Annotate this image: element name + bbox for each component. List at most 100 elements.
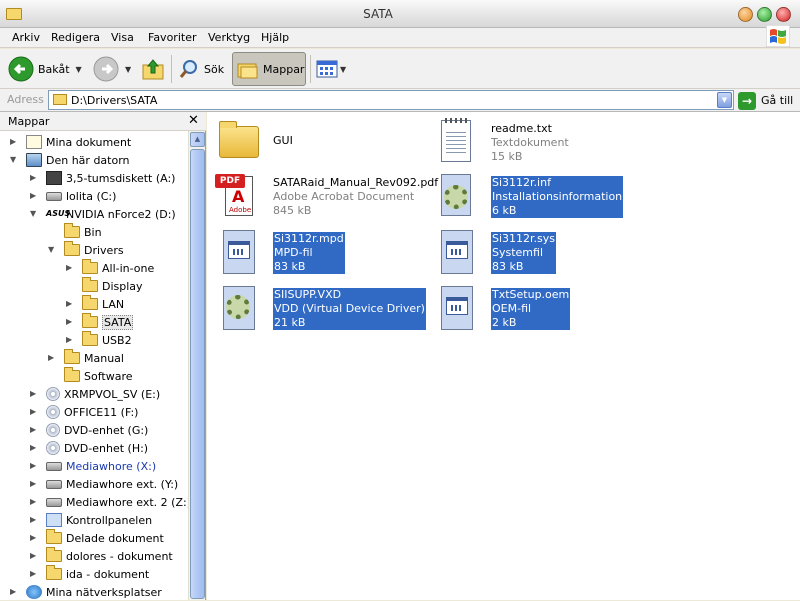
expand-icon[interactable]: ▶ <box>48 353 58 363</box>
folder-icon <box>64 349 80 364</box>
forward-button[interactable]: ▼ <box>93 52 131 86</box>
tree-item-bin[interactable]: Bin <box>48 223 102 241</box>
close-icon[interactable]: ✕ <box>188 113 199 128</box>
expand-icon[interactable]: ▶ <box>10 137 20 147</box>
expand-icon[interactable]: ▶ <box>30 551 40 561</box>
network-drive-icon <box>46 479 62 489</box>
expand-icon[interactable]: ▶ <box>30 569 40 579</box>
expand-icon[interactable]: ▶ <box>30 533 40 543</box>
file-item[interactable]: TxtSetup.oem OEM-fil 2 kB <box>433 284 633 332</box>
collapse-icon[interactable]: ▼ <box>10 155 20 165</box>
scroll-up-button[interactable]: ▲ <box>190 132 205 147</box>
chevron-down-icon[interactable]: ▼ <box>76 65 82 74</box>
expand-icon[interactable]: ▶ <box>30 479 40 489</box>
driver-file-icon <box>215 284 263 332</box>
tree-label: NVIDIA nForce2 (D:) <box>66 207 176 221</box>
views-button[interactable]: ▼ <box>316 52 346 86</box>
folders-button[interactable]: Mappar <box>232 52 306 86</box>
file-item[interactable]: Si3112r.sys Systemfil 83 kB <box>433 228 633 276</box>
tree-item-sata[interactable]: ▶ SATA <box>66 313 134 331</box>
file-item[interactable]: Si3112r.mpd MPD-fil 83 kB <box>215 228 415 276</box>
tree-item-my-computer[interactable]: ▼ Den här datorn <box>10 151 130 169</box>
vertical-scrollbar[interactable]: ▲ <box>188 131 205 600</box>
expand-icon[interactable]: ▶ <box>10 587 20 597</box>
tree-item-drive-x[interactable]: ▶ Mediawhore (X:) <box>30 457 156 475</box>
tree-item-my-documents[interactable]: ▶ Mina dokument <box>10 133 131 151</box>
menu-visa[interactable]: Visa <box>111 31 134 44</box>
expand-icon[interactable]: ▶ <box>30 425 40 435</box>
expand-icon[interactable]: ▶ <box>30 389 40 399</box>
go-button[interactable]: → Gå till <box>738 91 793 110</box>
menu-arkiv[interactable]: Arkiv <box>12 31 40 44</box>
tree-item-drive-d[interactable]: ▼ ASUS NVIDIA nForce2 (D:) <box>30 205 176 223</box>
tree-item-software[interactable]: Software <box>48 367 133 385</box>
file-type: VDD (Virtual Device Driver) <box>274 302 425 315</box>
title-bar[interactable]: SATA <box>0 0 800 28</box>
tree-item-drive-z[interactable]: ▶ Mediawhore ext. 2 (Z:) <box>30 493 191 511</box>
file-name: SATARaid_Manual_Rev092.pdf <box>273 176 439 189</box>
tree-label: Mediawhore ext. 2 (Z:) <box>66 495 191 509</box>
tree-item-drive-f[interactable]: ▶ OFFICE11 (F:) <box>30 403 138 421</box>
menu-verktyg[interactable]: Verktyg <box>208 31 250 44</box>
search-button[interactable]: Sök <box>178 52 224 86</box>
tree-item-ida-documents[interactable]: ▶ ida - dokument <box>30 565 149 583</box>
expand-icon[interactable]: ▶ <box>66 263 76 273</box>
tree-item-drive-y[interactable]: ▶ Mediawhore ext. (Y:) <box>30 475 178 493</box>
tree-item-network-places[interactable]: ▶ Mina nätverksplatser <box>10 583 162 601</box>
back-button[interactable]: Bakåt ▼ <box>8 52 82 86</box>
tree-item-drive-e[interactable]: ▶ XRMPVOL_SV (E:) <box>30 385 160 403</box>
tree-item-drive-c[interactable]: ▶ lolita (C:) <box>30 187 116 205</box>
expand-icon[interactable]: ▶ <box>30 443 40 453</box>
file-item[interactable]: Si3112r.inf Installationsinformation 6 k… <box>433 172 633 220</box>
search-label: Sök <box>204 62 225 76</box>
expand-icon[interactable]: ▶ <box>66 335 76 345</box>
folder-pane: Mappar ✕ ▶ Mina dokument ▼ Den här dator… <box>0 112 206 600</box>
collapse-icon[interactable]: ▼ <box>48 245 58 255</box>
expand-icon[interactable]: ▶ <box>30 191 40 201</box>
expand-icon[interactable]: ▶ <box>30 173 40 183</box>
file-size: 6 kB <box>492 204 517 217</box>
expand-icon[interactable]: ▶ <box>30 515 40 525</box>
expand-icon[interactable]: ▶ <box>66 299 76 309</box>
menu-hjalp[interactable]: Hjälp <box>261 31 289 44</box>
tree-item-drive-g[interactable]: ▶ DVD-enhet (G:) <box>30 421 148 439</box>
tree-item-control-panel[interactable]: ▶ Kontrollpanelen <box>30 511 152 529</box>
file-meta: Si3112r.mpd MPD-fil 83 kB <box>273 232 345 274</box>
collapse-icon[interactable]: ▼ <box>30 209 40 219</box>
expand-icon[interactable]: ▶ <box>30 461 40 471</box>
expand-icon[interactable]: ▶ <box>30 497 40 507</box>
my-documents-icon <box>26 135 42 149</box>
tree-item-dolores-documents[interactable]: ▶ dolores - dokument <box>30 547 173 565</box>
chevron-down-icon[interactable]: ▼ <box>125 65 131 74</box>
address-input[interactable]: D:\Drivers\SATA ▼ <box>48 90 734 110</box>
menu-redigera[interactable]: Redigera <box>51 31 100 44</box>
file-item[interactable]: A PDF Adobe SATARaid_Manual_Rev092.pdf A… <box>215 172 439 220</box>
scroll-thumb[interactable] <box>190 149 205 599</box>
file-item[interactable]: SIISUPP.VXD VDD (Virtual Device Driver) … <box>215 284 435 332</box>
minimize-button[interactable] <box>738 7 753 22</box>
tree-item-floppy[interactable]: ▶ 3,5-tumsdiskett (A:) <box>30 169 175 187</box>
expand-icon[interactable]: ▶ <box>30 407 40 417</box>
folder-icon <box>46 529 62 544</box>
expand-icon[interactable]: ▶ <box>66 317 76 327</box>
tree-item-usb2[interactable]: ▶ USB2 <box>66 331 132 349</box>
menu-favoriter[interactable]: Favoriter <box>148 31 196 44</box>
maximize-button[interactable] <box>757 7 772 22</box>
tree-label: DVD-enhet (G:) <box>64 423 149 437</box>
file-size: 83 kB <box>492 260 524 273</box>
file-type: OEM-fil <box>492 302 532 315</box>
address-dropdown-button[interactable]: ▼ <box>717 92 732 108</box>
tree-item-all-in-one[interactable]: ▶ All-in-one <box>66 259 154 277</box>
file-item[interactable]: readme.txt Textdokument 15 kB <box>433 118 633 166</box>
file-item[interactable]: GUI <box>215 118 415 166</box>
tree-item-lan[interactable]: ▶ LAN <box>66 295 124 313</box>
up-folder-button[interactable] <box>141 52 165 86</box>
folder-pane-header: Mappar ✕ <box>0 112 206 131</box>
tree-item-drivers[interactable]: ▼ Drivers <box>48 241 124 259</box>
close-button[interactable] <box>776 7 791 22</box>
tree-item-manual[interactable]: ▶ Manual <box>48 349 124 367</box>
tree-item-drive-h[interactable]: ▶ DVD-enhet (H:) <box>30 439 148 457</box>
tree-item-display[interactable]: Display <box>66 277 143 295</box>
tree-item-shared-documents[interactable]: ▶ Delade dokument <box>30 529 164 547</box>
chevron-down-icon[interactable]: ▼ <box>340 65 346 74</box>
